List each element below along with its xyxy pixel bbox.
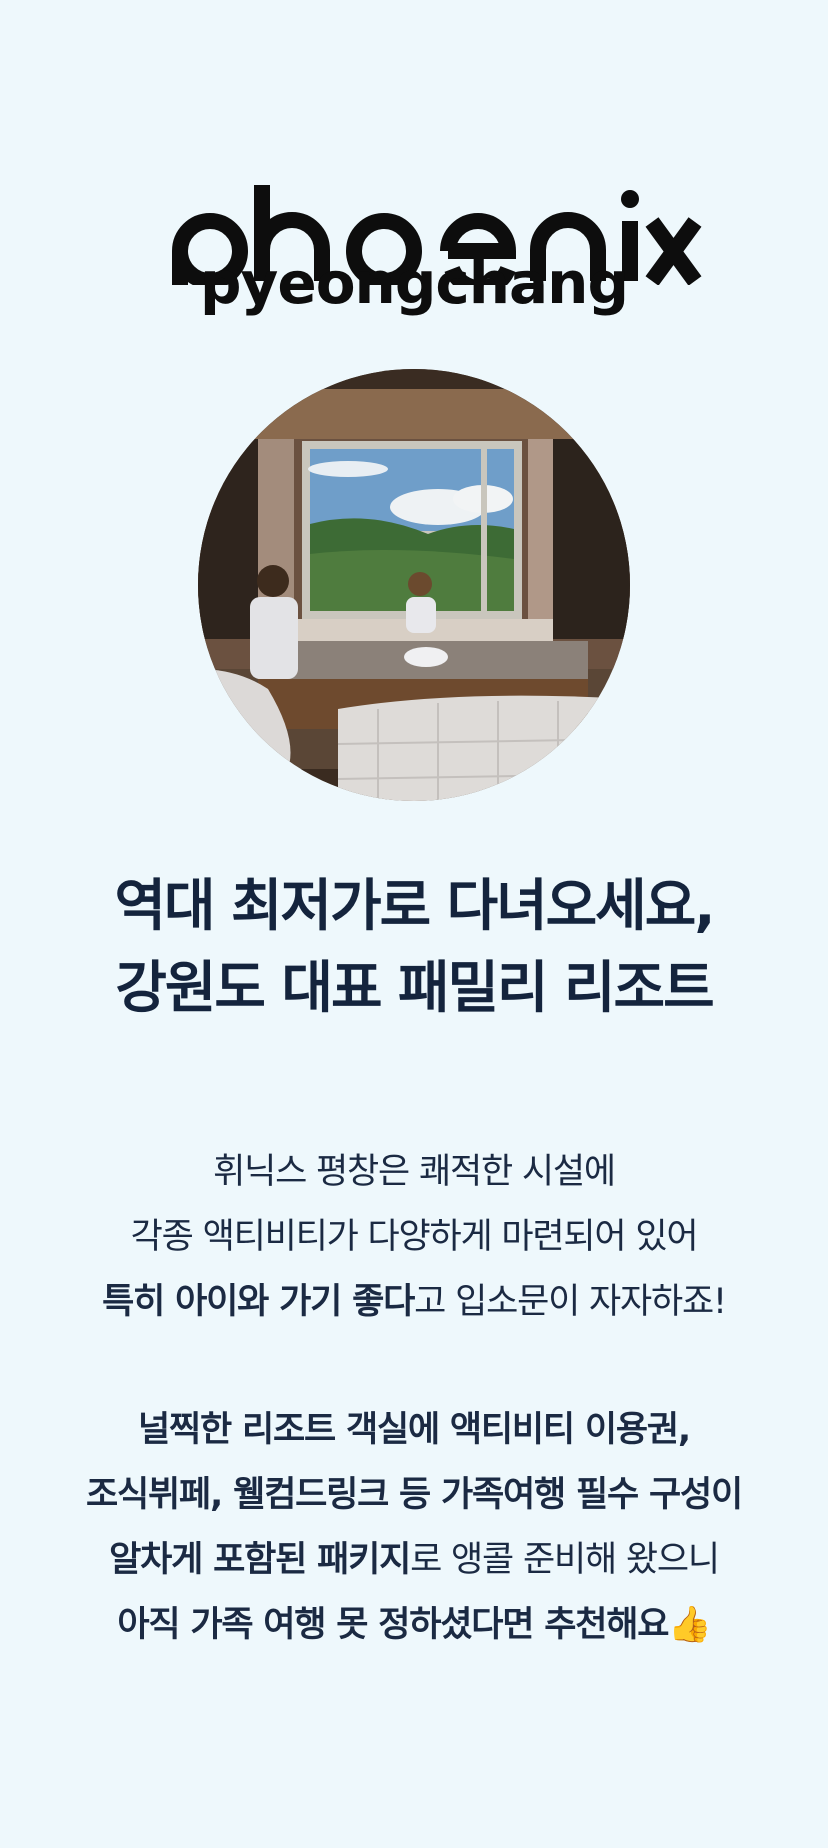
intro-paragraph: 휘닉스 평창은 쾌적한 시설에 각종 액티비티가 다양하게 마련되어 있어 특히… [20, 1140, 808, 1335]
logo-location: pyeongchang [200, 249, 629, 317]
package-line-4-text: 아직 가족 여행 못 정하셨다면 추천해요 [117, 1605, 669, 1645]
package-line-3-rest: 로 앵콜 준비해 왔으니 [410, 1540, 720, 1580]
intro-line-3-rest: 고 입소문이 자자하죠! [414, 1282, 727, 1322]
intro-line-3: 특히 아이와 가기 좋다고 입소문이 자자하죠! [20, 1270, 808, 1335]
headline: 역대 최저가로 다녀오세요, 강원도 대표 패밀리 리조트 [40, 866, 788, 1030]
headline-line-2: 강원도 대표 패밀리 리조트 [115, 956, 714, 1021]
package-line-4: 아직 가족 여행 못 정하셨다면 추천해요👍 [20, 1593, 808, 1658]
thumbs-up-icon: 👍 [668, 1605, 712, 1645]
package-paragraph: 널찍한 리조트 객실에 액티비티 이용권, 조식뷔페, 웰컴드링크 등 가족여행… [20, 1398, 808, 1658]
intro-line-2: 각종 액티비티가 다양하게 마련되어 있어 [130, 1217, 699, 1257]
resort-room-photo [198, 369, 630, 801]
intro-line-1: 휘닉스 평창은 쾌적한 시설에 [213, 1152, 616, 1192]
intro-line-3-bold: 특히 아이와 가기 좋다 [102, 1282, 415, 1322]
package-line-3: 알차게 포함된 패키지로 앵콜 준비해 왔으니 [20, 1528, 808, 1593]
package-line-2: 조식뷔페, 웰컴드링크 등 가족여행 필수 구성이 [85, 1475, 743, 1515]
package-line-1: 널찍한 리조트 객실에 액티비티 이용권, [137, 1410, 691, 1450]
headline-line-1: 역대 최저가로 다녀오세요, [114, 874, 716, 939]
package-line-3-bold: 알차게 포함된 패키지 [109, 1540, 411, 1580]
